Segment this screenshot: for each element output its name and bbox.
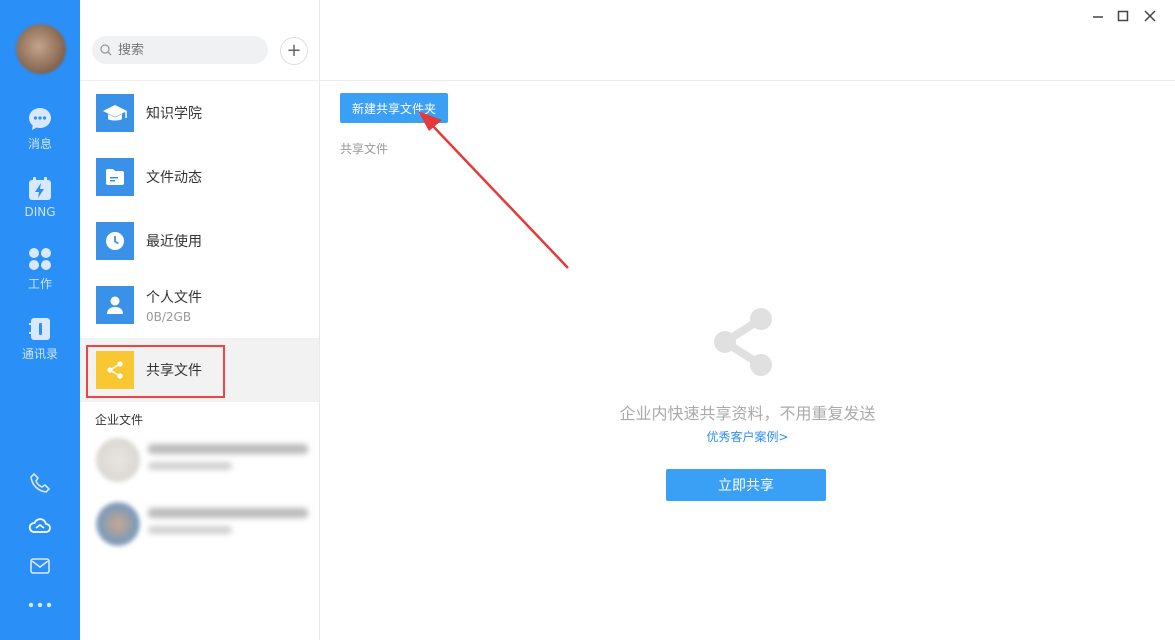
contacts-book-icon bbox=[29, 318, 50, 340]
menu-item-label: 个人文件 bbox=[146, 290, 202, 306]
nav-label: 消息 bbox=[27, 137, 52, 151]
menu-item-recent[interactable]: 最近使用 bbox=[80, 209, 319, 273]
new-shared-folder-button[interactable]: 新建共享文件夹 bbox=[340, 93, 448, 123]
enterprise-files-title: 企业文件 bbox=[95, 413, 144, 427]
phone-icon bbox=[30, 472, 51, 493]
minimize-icon[interactable] bbox=[1088, 8, 1108, 24]
nav-more[interactable] bbox=[0, 600, 80, 610]
empty-state-text: 企业内快速共享资料，不用重复发送 bbox=[619, 404, 876, 423]
cloud-icon bbox=[28, 518, 51, 533]
file-sidebar: + 知识学院 文件动态 bbox=[80, 0, 320, 640]
user-avatar[interactable] bbox=[16, 24, 66, 74]
add-button[interactable]: + bbox=[280, 37, 308, 65]
blurred-name bbox=[148, 444, 308, 454]
graduation-cap-icon bbox=[96, 94, 134, 132]
nav-cloud[interactable] bbox=[0, 514, 80, 536]
enterprise-avatar bbox=[96, 502, 140, 546]
nav-item-ding[interactable]: DING bbox=[0, 176, 80, 219]
main-content: 新建共享文件夹 共享文件 企业内快速共享资料，不用重复发送 优秀客户案例> 立即… bbox=[320, 0, 1175, 640]
divider bbox=[320, 80, 1175, 81]
mail-icon bbox=[30, 558, 50, 574]
search-box[interactable] bbox=[92, 36, 268, 64]
enterprise-avatar bbox=[96, 438, 140, 482]
search-icon bbox=[100, 44, 112, 56]
ding-calendar-icon bbox=[29, 177, 51, 200]
left-nav: 消息 DING 工作 通讯录 bbox=[0, 0, 80, 640]
app-window: 消息 DING 工作 通讯录 搜索 + 知识学院 文件动态 最近使用 个人文件 … bbox=[0, 0, 1175, 640]
breadcrumb: 共享文件 bbox=[340, 142, 389, 156]
nav-phone[interactable] bbox=[0, 472, 80, 494]
maximize-icon[interactable] bbox=[1113, 8, 1133, 24]
menu-item-file-activity[interactable]: 文件动态 bbox=[80, 145, 319, 209]
menu-item-knowledge-academy[interactable]: 知识学院 bbox=[80, 81, 319, 145]
nav-item-work[interactable]: 工作 bbox=[0, 246, 80, 292]
file-folder-icon bbox=[96, 158, 134, 196]
highlight-box bbox=[86, 345, 225, 398]
search-input[interactable] bbox=[118, 40, 258, 60]
enterprise-item[interactable] bbox=[94, 434, 314, 488]
menu-item-label: 文件动态 bbox=[146, 170, 202, 186]
storage-usage: 0B/2GB bbox=[146, 310, 192, 324]
more-dots-icon bbox=[28, 602, 52, 608]
menu-item-label: 最近使用 bbox=[146, 234, 202, 250]
blurred-name bbox=[148, 508, 308, 518]
nav-label: 通讯录 bbox=[21, 347, 58, 361]
person-icon bbox=[96, 286, 134, 324]
customer-cases-link[interactable]: 优秀客户案例> bbox=[320, 428, 1175, 445]
menu-item-personal-files[interactable]: 个人文件 0B/2GB bbox=[80, 273, 319, 337]
enterprise-item[interactable] bbox=[94, 498, 314, 552]
grid-apps-icon bbox=[29, 248, 51, 270]
blurred-subtext bbox=[148, 462, 232, 470]
nav-item-contacts[interactable]: 通讯录 bbox=[0, 316, 80, 362]
share-now-button[interactable]: 立即共享 bbox=[666, 469, 826, 501]
nav-label: DING bbox=[24, 205, 56, 219]
share-icon bbox=[714, 308, 772, 376]
nav-mail[interactable] bbox=[0, 556, 80, 576]
close-icon[interactable] bbox=[1140, 8, 1160, 24]
blurred-subtext bbox=[148, 526, 232, 534]
nav-item-messages[interactable]: 消息 bbox=[0, 106, 80, 152]
clock-icon bbox=[96, 222, 134, 260]
chat-bubble-icon bbox=[29, 108, 51, 130]
nav-label: 工作 bbox=[27, 277, 52, 291]
menu-item-label: 知识学院 bbox=[146, 106, 202, 122]
